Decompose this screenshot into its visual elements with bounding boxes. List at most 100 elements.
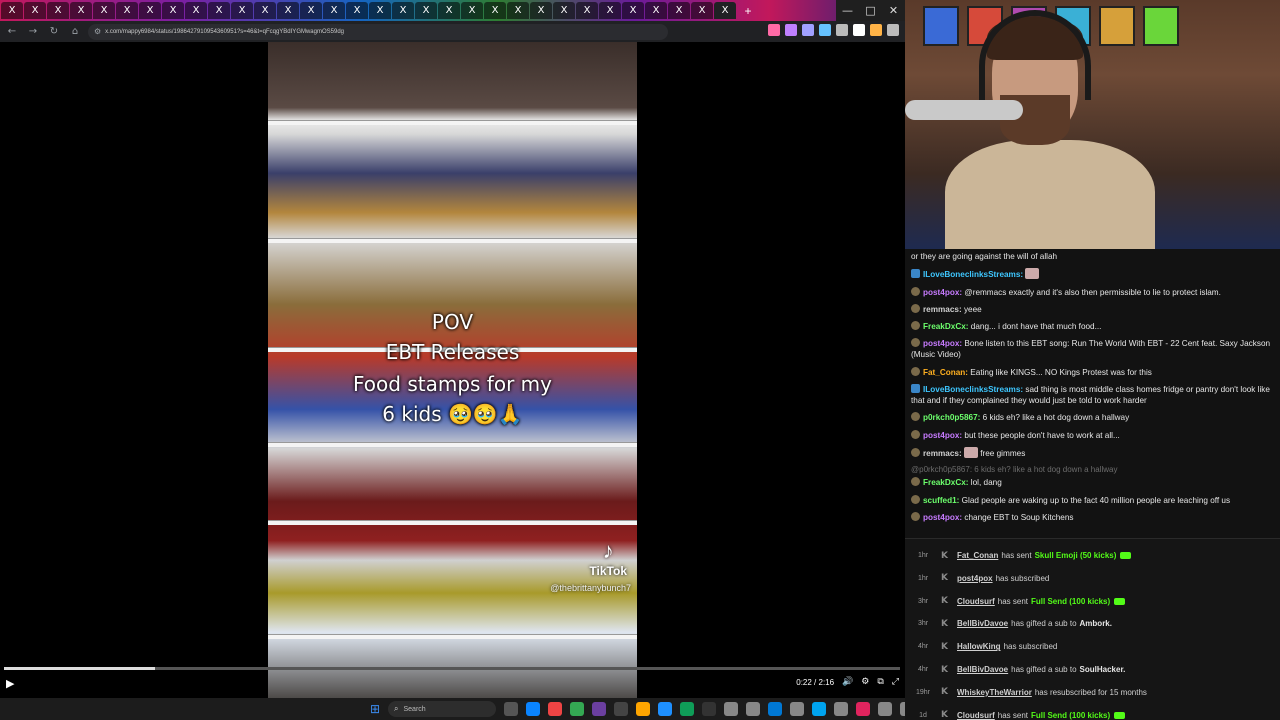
chat-username[interactable]: scuffed1: — [923, 496, 959, 505]
taskbar-app-icon[interactable] — [834, 702, 848, 716]
taskbar-app-icon[interactable] — [878, 702, 892, 716]
browser-tab[interactable]: X — [553, 2, 575, 19]
event-username[interactable]: post4pox — [957, 574, 993, 583]
browser-tab[interactable]: X — [1, 2, 23, 19]
tiktok-video[interactable]: POV EBT Releases Food stamps for my 6 ki… — [268, 42, 637, 698]
extension-icon[interactable] — [819, 24, 831, 36]
event-username[interactable]: Cloudsurf — [957, 711, 995, 720]
browser-tab[interactable]: X — [162, 2, 184, 19]
kick-badge-icon — [911, 338, 920, 348]
browser-tab[interactable]: X — [576, 2, 598, 19]
browser-tab[interactable]: X — [300, 2, 322, 19]
taskbar-app-icon[interactable] — [636, 702, 650, 716]
home-icon[interactable]: ⌂ — [66, 23, 84, 41]
taskbar-search[interactable]: ⌕ Search — [388, 701, 496, 717]
chat-username[interactable]: post4pox: — [923, 513, 962, 522]
back-arrow-icon[interactable]: ← — [3, 23, 21, 41]
browser-tab[interactable]: X — [185, 2, 207, 19]
event-username[interactable]: Cloudsurf — [957, 597, 995, 606]
video-progress-bar[interactable] — [4, 667, 900, 670]
browser-tab[interactable]: X — [116, 2, 138, 19]
browser-tab[interactable]: X — [415, 2, 437, 19]
address-bar[interactable]: ⚙ x.com/mappy6984/status/198642791095436… — [88, 23, 668, 40]
browser-tab[interactable]: X — [70, 2, 92, 19]
browser-tab[interactable]: X — [323, 2, 345, 19]
browser-tab[interactable]: X — [622, 2, 644, 19]
event-username[interactable]: WhiskeyTheWarrior — [957, 688, 1032, 697]
chat-username[interactable]: post4pox: — [923, 339, 962, 348]
extension-icon[interactable] — [836, 24, 848, 36]
chat-username[interactable]: remmacs: — [923, 305, 962, 314]
chat-username[interactable]: FreakDxCx: — [923, 322, 969, 331]
browser-tab[interactable]: X — [47, 2, 69, 19]
reload-icon[interactable]: ↻ — [45, 23, 63, 41]
taskbar-app-icon[interactable] — [724, 702, 738, 716]
browser-tab[interactable]: X — [438, 2, 460, 19]
taskbar-app-icon[interactable] — [592, 702, 606, 716]
chat-username[interactable]: p0rkch0p5867: — [923, 413, 980, 422]
taskbar-app-icon[interactable] — [526, 702, 540, 716]
taskbar-app-icon[interactable] — [746, 702, 760, 716]
taskbar-app-icon[interactable] — [768, 702, 782, 716]
maximize-button[interactable]: □ — [859, 0, 882, 21]
extension-icon[interactable] — [802, 24, 814, 36]
browser-tab[interactable]: X — [691, 2, 713, 19]
chat-username[interactable]: Fat_Conan: — [923, 368, 968, 377]
browser-tab[interactable]: X — [93, 2, 115, 19]
extension-icon[interactable] — [768, 24, 780, 36]
browser-tab[interactable]: X — [714, 2, 736, 19]
extension-icon[interactable] — [887, 24, 899, 36]
new-tab-button[interactable]: + — [740, 3, 756, 19]
event-username[interactable]: BellBivDavoe — [957, 665, 1008, 674]
extension-icon[interactable] — [853, 24, 865, 36]
taskbar-app-icon[interactable] — [702, 702, 716, 716]
taskbar-app-icon[interactable] — [614, 702, 628, 716]
fullscreen-icon[interactable]: ⤢ — [892, 677, 899, 687]
browser-tab[interactable]: X — [254, 2, 276, 19]
volume-icon[interactable]: 🔊 — [842, 677, 853, 687]
extension-icon[interactable] — [785, 24, 797, 36]
browser-tab[interactable]: X — [507, 2, 529, 19]
taskbar-app-icon[interactable] — [658, 702, 672, 716]
browser-tab[interactable]: X — [208, 2, 230, 19]
start-windows-icon[interactable]: ⊞ — [368, 702, 382, 716]
chat-username[interactable]: post4pox: — [923, 431, 962, 440]
pip-icon[interactable]: ⧉ — [877, 677, 883, 687]
browser-tab[interactable]: X — [369, 2, 391, 19]
chat-username[interactable]: ILoveBoneclinksStreams: — [923, 385, 1023, 394]
event-username[interactable]: Fat_Conan — [957, 551, 998, 560]
taskbar-app-icon[interactable] — [812, 702, 826, 716]
taskbar-app-icon[interactable] — [790, 702, 804, 716]
browser-tab[interactable]: X — [484, 2, 506, 19]
event-username[interactable]: HallowKing — [957, 642, 1001, 651]
taskbar-app-icon[interactable] — [548, 702, 562, 716]
site-info-icon[interactable]: ⚙ — [94, 27, 101, 36]
browser-tab[interactable]: X — [231, 2, 253, 19]
browser-tab[interactable]: X — [346, 2, 368, 19]
browser-tab[interactable]: X — [645, 2, 667, 19]
taskbar-app-icon[interactable] — [680, 702, 694, 716]
play-icon[interactable]: ▶ — [6, 677, 14, 690]
chat-username[interactable]: FreakDxCx: — [923, 478, 969, 487]
browser-tab[interactable]: X — [24, 2, 46, 19]
browser-tab[interactable]: X — [530, 2, 552, 19]
browser-tab[interactable]: X — [139, 2, 161, 19]
taskbar-app-icon[interactable] — [570, 702, 584, 716]
chat-username[interactable]: ILoveBoneclinksStreams: — [923, 270, 1023, 279]
chat-username[interactable]: post4pox: — [923, 288, 962, 297]
minimize-button[interactable]: — — [836, 0, 859, 21]
browser-tab[interactable]: X — [277, 2, 299, 19]
browser-tab[interactable]: X — [392, 2, 414, 19]
settings-icon[interactable]: ⚙ — [861, 677, 869, 687]
close-window-button[interactable]: ✕ — [882, 0, 905, 21]
kick-badge-icon — [911, 303, 920, 313]
extension-icon[interactable] — [870, 24, 882, 36]
chat-username[interactable]: remmacs: — [923, 449, 962, 458]
browser-tab[interactable]: X — [461, 2, 483, 19]
taskbar-app-icon[interactable] — [856, 702, 870, 716]
forward-arrow-icon[interactable]: → — [24, 23, 42, 41]
browser-tab[interactable]: X — [599, 2, 621, 19]
taskbar-app-icon[interactable] — [504, 702, 518, 716]
browser-tab[interactable]: X — [668, 2, 690, 19]
event-username[interactable]: BellBivDavoe — [957, 619, 1008, 628]
